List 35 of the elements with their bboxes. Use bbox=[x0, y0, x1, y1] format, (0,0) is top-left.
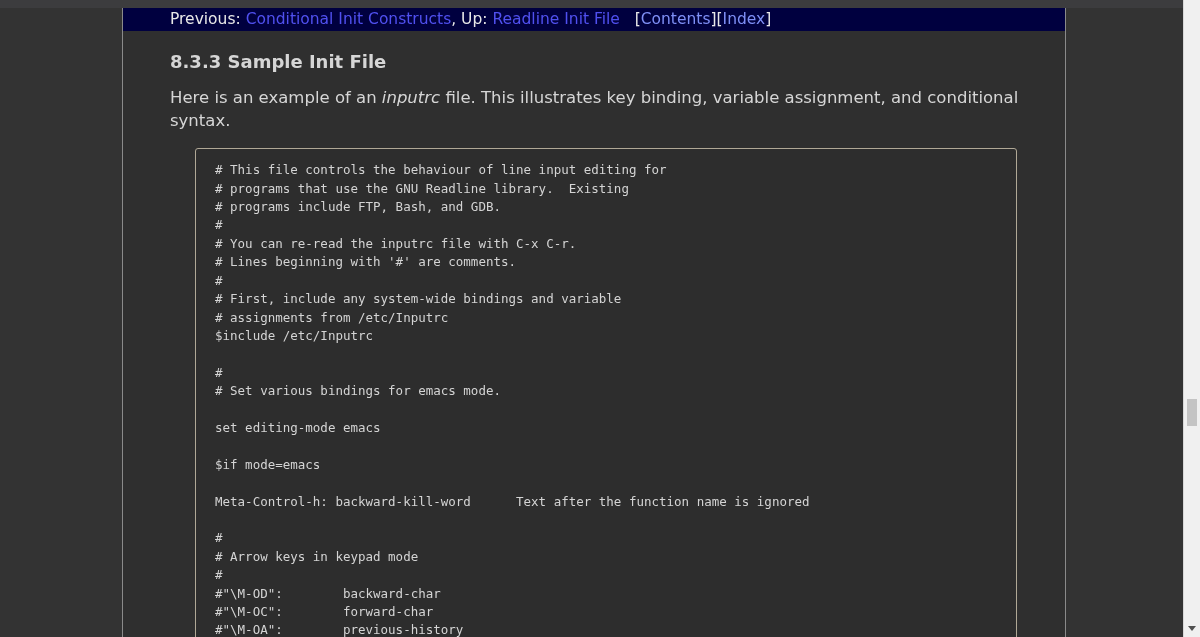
code-line: #"\M-OC": forward-char bbox=[215, 602, 434, 621]
nav-link[interactable]: Index bbox=[722, 8, 766, 32]
nav-text: ] bbox=[765, 9, 772, 30]
code-line: # bbox=[215, 216, 223, 235]
paragraph: Here is an example of an inputrc file. This illustrates key binding, variable assignment, and conditional syntax. bbox=[170, 87, 1019, 133]
code-line: $include /etc/Inputrc bbox=[215, 326, 374, 345]
nav-text: , Up: bbox=[451, 9, 489, 30]
nav-link[interactable]: Readline Init File bbox=[492, 8, 620, 32]
scrollbar-thumb[interactable] bbox=[1187, 399, 1197, 426]
section-heading: 8.3.3 Sample Init File bbox=[170, 50, 388, 75]
code-line: # bbox=[215, 271, 223, 290]
code-line: set editing-mode emacs bbox=[215, 418, 381, 437]
code-line: $if mode=emacs bbox=[215, 455, 321, 474]
code-line: # Arrow keys in keypad mode bbox=[215, 547, 419, 566]
scrollbar[interactable] bbox=[1183, 0, 1200, 637]
code-line: #"\M-OD": backward-char bbox=[215, 584, 441, 603]
nav-text: ][ bbox=[710, 9, 723, 30]
scroll-down-icon[interactable] bbox=[1188, 626, 1196, 631]
code-line: # bbox=[215, 529, 223, 548]
code-line: # This file controls the behaviour of line input editing for bbox=[215, 161, 667, 180]
code-line: # programs that use the GNU Readline library. Existing bbox=[215, 179, 629, 198]
code-line: # Lines beginning with '#' are comments. bbox=[215, 253, 517, 272]
code-line: # bbox=[215, 566, 223, 585]
nav-text: [ bbox=[633, 9, 641, 30]
nav-link[interactable]: Contents bbox=[640, 8, 711, 32]
code-line: # assignments from /etc/Inputrc bbox=[215, 308, 449, 327]
code-line: # programs include FTP, Bash, and GDB. bbox=[215, 198, 501, 217]
nav-text: Previous: bbox=[170, 9, 242, 30]
code-line: # bbox=[215, 363, 223, 382]
code-line: # Set various bindings for emacs mode. bbox=[215, 382, 501, 401]
code-line: #"\M-OA": previous-history bbox=[215, 621, 464, 637]
nav-link[interactable]: Conditional Init Constructs bbox=[245, 8, 452, 32]
code-line: Meta-Control-h: backward-kill-word Text after the function name is ignored bbox=[215, 492, 810, 511]
code-line: # You can re-read the inputrc file with C-x C-r. bbox=[215, 234, 577, 253]
code-line: # First, include any system-wide bindings and variable bbox=[215, 290, 622, 309]
